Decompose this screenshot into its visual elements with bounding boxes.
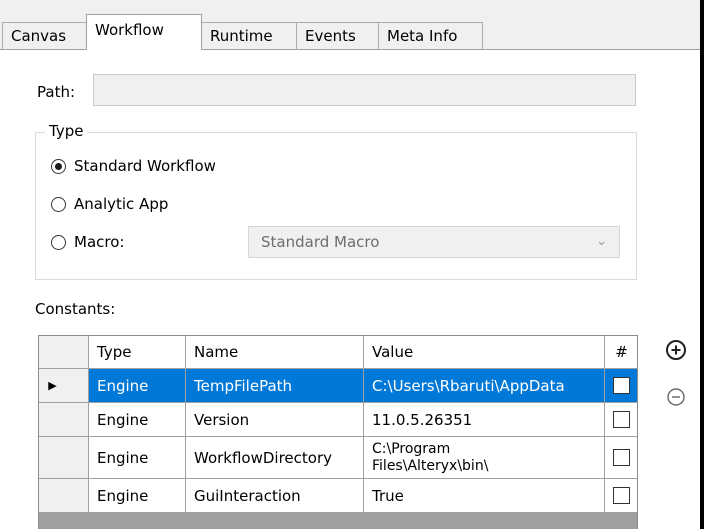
table-cell-name[interactable]: TempFilePath	[186, 369, 364, 403]
plus-circle-icon	[666, 340, 686, 360]
macro-type-select[interactable]: Standard Macro ⌄	[248, 226, 620, 258]
tab-events[interactable]: Events	[296, 22, 379, 49]
radio-analytic-app[interactable]: Analytic App	[51, 195, 168, 213]
table-cell-type[interactable]: Engine	[89, 479, 186, 513]
column-header-value[interactable]: Value	[364, 336, 605, 369]
radio-macro[interactable]: Macro:	[51, 233, 124, 251]
add-constant-button[interactable]	[665, 339, 687, 361]
column-header-type[interactable]: Type	[89, 336, 186, 369]
table-corner-cell	[39, 336, 89, 369]
table-cell-checkbox[interactable]	[605, 369, 637, 403]
macro-type-select-value: Standard Macro	[261, 233, 380, 251]
column-header-name[interactable]: Name	[186, 336, 364, 369]
table-cell-value[interactable]: C:\Program Files\Alteryx\bin\	[364, 437, 605, 479]
path-label: Path:	[37, 83, 76, 101]
column-header-hash[interactable]: #	[605, 336, 637, 369]
path-input[interactable]	[93, 74, 636, 106]
minus-circle-icon	[667, 388, 685, 406]
tab-canvas[interactable]: Canvas	[2, 22, 87, 49]
table-cell-type[interactable]: Engine	[89, 369, 186, 403]
checkbox[interactable]	[613, 487, 630, 504]
table-cell-value[interactable]: True	[364, 479, 605, 513]
table-cell-value[interactable]: C:\Users\Rbaruti\AppData	[364, 369, 605, 403]
remove-constant-button[interactable]	[665, 386, 687, 408]
row-header[interactable]	[39, 437, 89, 479]
table-cell-checkbox[interactable]	[605, 403, 637, 437]
checkbox[interactable]	[613, 449, 630, 466]
table-cell-checkbox[interactable]	[605, 479, 637, 513]
row-header[interactable]	[39, 403, 89, 437]
tab-workflow[interactable]: Workflow	[86, 14, 202, 50]
checkbox[interactable]	[613, 411, 630, 428]
type-group-title: Type	[45, 122, 88, 140]
radio-macro-label: Macro:	[74, 233, 125, 251]
radio-unchecked-icon[interactable]	[51, 234, 66, 250]
constants-table: Type Name Value # ▶ Engine TempFilePath …	[38, 335, 638, 529]
radio-standard-workflow-label: Standard Workflow	[74, 157, 216, 175]
radio-unchecked-icon[interactable]	[51, 196, 66, 212]
checkbox[interactable]	[613, 377, 630, 394]
radio-standard-workflow[interactable]: Standard Workflow	[51, 157, 216, 175]
table-cell-type[interactable]: Engine	[89, 403, 186, 437]
table-cell-name[interactable]: GuiInteraction	[186, 479, 364, 513]
properties-panel: Canvas Workflow Runtime Events Meta Info…	[0, 0, 704, 529]
tab-strip: Canvas Workflow Runtime Events Meta Info	[0, 0, 700, 50]
current-row-arrow-icon: ▶	[48, 379, 57, 392]
table-cell-value[interactable]: 11.0.5.26351	[364, 403, 605, 437]
table-cell-name[interactable]: WorkflowDirectory	[186, 437, 364, 479]
radio-analytic-app-label: Analytic App	[74, 195, 169, 213]
table-cell-type[interactable]: Engine	[89, 437, 186, 479]
row-header[interactable]: ▶	[39, 369, 89, 403]
chevron-down-icon[interactable]: ⌄	[596, 227, 607, 257]
table-cell-checkbox[interactable]	[605, 437, 637, 479]
tab-runtime[interactable]: Runtime	[201, 22, 297, 49]
radio-checked-icon[interactable]	[51, 158, 66, 174]
table-cell-name[interactable]: Version	[186, 403, 364, 437]
tab-meta-info[interactable]: Meta Info	[378, 22, 483, 49]
table-empty-area	[39, 513, 637, 529]
constants-label: Constants:	[35, 300, 116, 318]
row-header[interactable]	[39, 479, 89, 513]
